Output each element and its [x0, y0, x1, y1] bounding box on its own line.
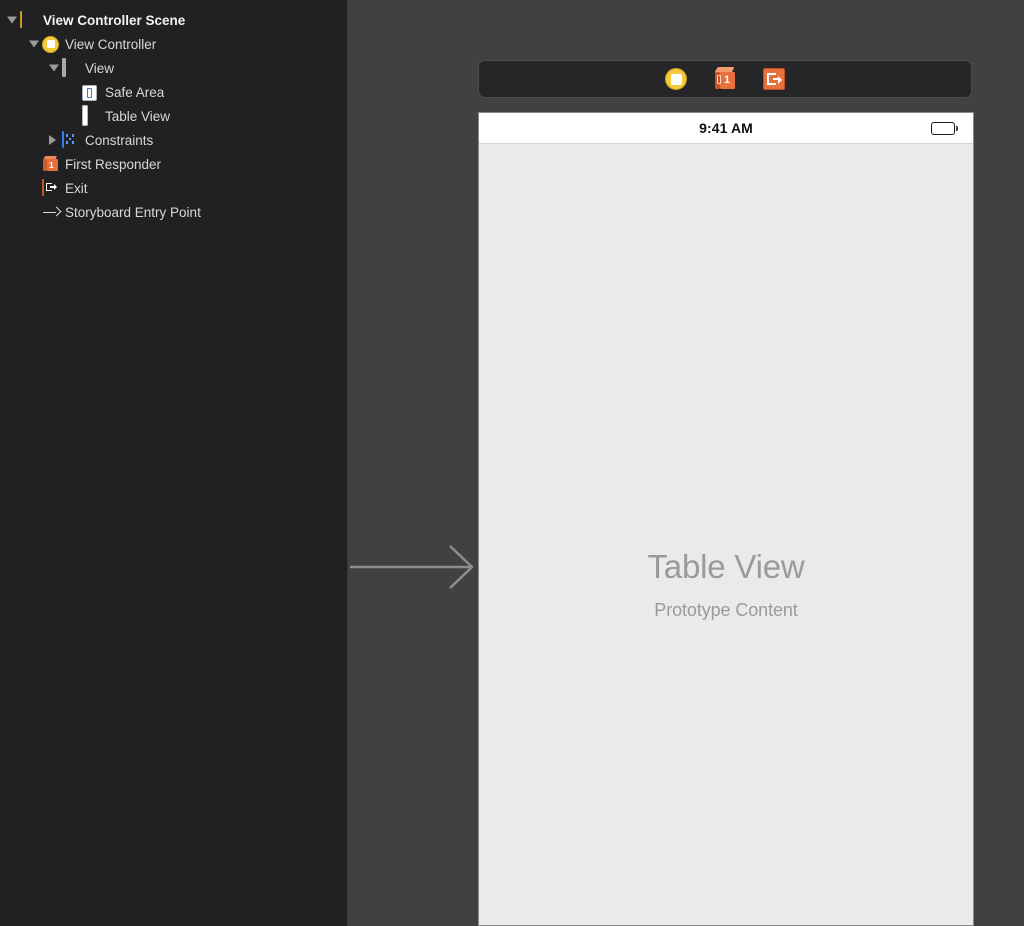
view-icon: [62, 57, 79, 77]
disclosure-triangle-constraints[interactable]: [46, 128, 62, 152]
outline-item-label: Safe Area: [105, 84, 165, 100]
outline-item-storyboard-entry-point[interactable]: Storyboard Entry Point: [0, 200, 348, 224]
outline-item-label: Exit: [65, 180, 88, 196]
outline-item-first-responder[interactable]: 1 First Responder: [0, 152, 348, 176]
interface-builder-window: View Controller Scene View Controller Vi…: [0, 0, 1024, 926]
outline-item-constraints[interactable]: Constraints: [0, 128, 348, 152]
outline-item-view[interactable]: View: [0, 56, 348, 80]
outline-item-label: Table View: [105, 108, 171, 124]
table-view-placeholder[interactable]: Table View Prototype Content: [479, 144, 973, 925]
view-controller-preview[interactable]: 9:41 AM Table View Prototype Content: [478, 112, 974, 926]
simulated-status-bar: 9:41 AM: [479, 113, 973, 144]
first-responder-icon: 1: [42, 155, 59, 173]
outline-item-safe-area[interactable]: Safe Area: [0, 80, 348, 104]
outline-item-table-view[interactable]: Table View: [0, 104, 348, 128]
outline-item-label: Constraints: [85, 132, 154, 148]
exit-icon: [42, 178, 59, 197]
table-view-icon: [82, 104, 99, 126]
constraints-icon: [62, 130, 79, 149]
storyboard-canvas[interactable]: 1 9:41 AM Table View Prototype Content: [348, 0, 1024, 926]
entry-point-arrow-icon: [42, 204, 62, 221]
disclosure-triangle-view-controller[interactable]: [26, 32, 42, 56]
outline-item-label: View Controller: [65, 36, 157, 52]
scene-dock-bar: 1: [478, 60, 972, 98]
outline-item-label: View Controller Scene: [43, 12, 186, 28]
exit-dock-icon[interactable]: [763, 68, 785, 90]
disclosure-triangle-scene[interactable]: [4, 8, 20, 32]
first-responder-dock-icon[interactable]: 1: [713, 67, 737, 91]
safe-area-icon: [82, 84, 99, 101]
battery-icon: [931, 122, 958, 135]
scene-icon: [20, 10, 37, 29]
outline-item-label: Storyboard Entry Point: [65, 204, 201, 220]
outline-item-label: First Responder: [65, 156, 162, 172]
outline-item-view-controller[interactable]: View Controller: [0, 32, 348, 56]
outline-item-label: View: [85, 60, 115, 76]
disclosure-triangle-view[interactable]: [46, 56, 62, 80]
table-view-placeholder-text: Table View Prototype Content: [479, 548, 973, 621]
view-controller-icon: [42, 35, 59, 53]
first-responder-badge: 1: [724, 74, 731, 86]
table-view-title: Table View: [647, 548, 805, 585]
outline-item-exit[interactable]: Exit: [0, 176, 348, 200]
document-outline-panel: View Controller Scene View Controller Vi…: [0, 0, 348, 926]
table-view-subtitle: Prototype Content: [654, 600, 798, 620]
outline-item-view-controller-scene[interactable]: View Controller Scene: [0, 8, 348, 32]
view-controller-dock-icon[interactable]: [665, 68, 687, 90]
status-bar-time: 9:41 AM: [699, 120, 753, 136]
storyboard-entry-point-arrow-icon: [350, 545, 474, 589]
